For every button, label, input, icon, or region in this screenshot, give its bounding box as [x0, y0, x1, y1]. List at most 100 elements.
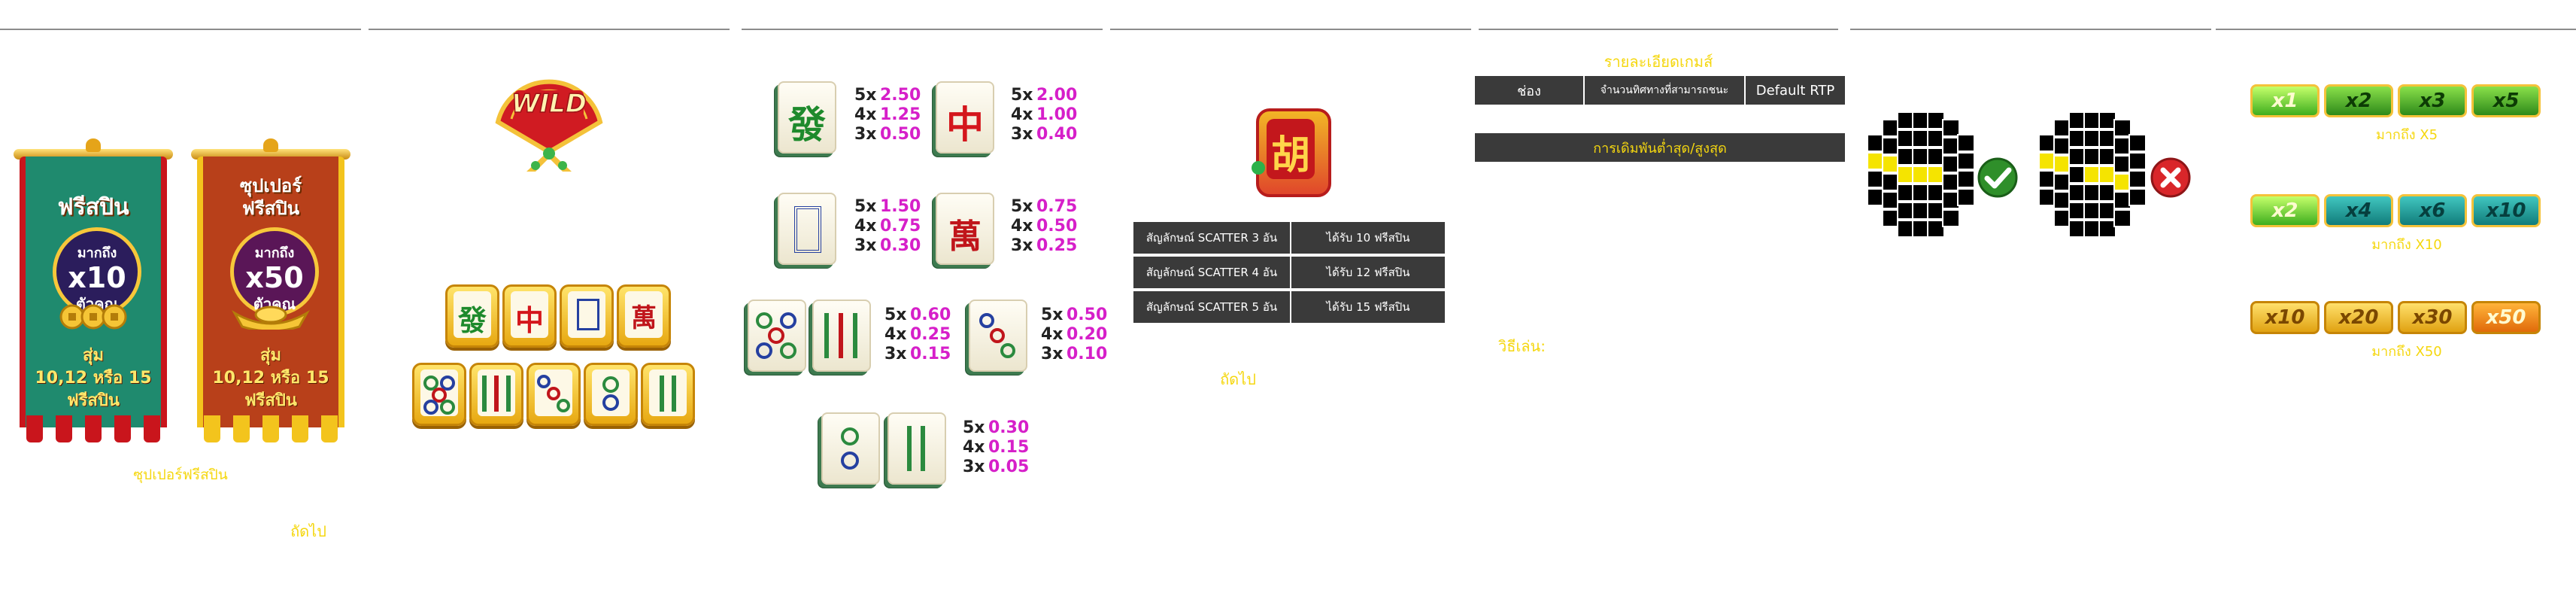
- reel-cell: [1927, 111, 1945, 129]
- reel-cell: [1912, 202, 1930, 220]
- reel-cell: [2098, 184, 2116, 202]
- reel-cell: [1912, 166, 1930, 184]
- scatter-table-cell: ได้รับ 12 ฟรีสปิน: [1291, 256, 1446, 289]
- gold-coins-icon: [59, 304, 127, 330]
- banner-bottom-text: สุ่ม 10,12 หรือ 15 ฟรีสปิน: [35, 346, 152, 410]
- reel-cell: [2068, 220, 2086, 238]
- paytable-values: 5x 2.50 4x 1.25 3x 0.50: [854, 86, 921, 144]
- next-link[interactable]: ถัดไป: [1208, 367, 1268, 391]
- reel-cell: [2068, 111, 2086, 129]
- reel-cell: [1927, 129, 1945, 147]
- free-spin-banner: ฟรีสปิน มากถึง x10 ตัวคูณ สุ่ม 10,12 หรื…: [14, 138, 173, 442]
- banner-title: ซุปเปอร์ ฟรีสปิน: [239, 175, 302, 219]
- three-dots-tile: [969, 300, 1027, 372]
- reel-cell: [1897, 202, 1915, 220]
- reel-cell: [2098, 202, 2116, 220]
- super-free-spin-caption: ซุปเปอร์ฟรีสปิน: [133, 467, 228, 483]
- reel-cell: [1942, 155, 1960, 173]
- scatter-table-cell: ได้รับ 10 ฟรีสปิน: [1291, 221, 1446, 254]
- reel-cell: [2098, 147, 2116, 166]
- reel-cell: [2053, 191, 2071, 209]
- reel-cell: [1912, 147, 1930, 166]
- reel-cell: [1957, 134, 1975, 152]
- reel-cell: [1942, 119, 1960, 137]
- reel-cell: [2098, 166, 2116, 184]
- wild-tile: 發: [445, 284, 499, 348]
- multiplier-badge: x6: [2398, 194, 2467, 227]
- reel-cell: [1882, 173, 1900, 191]
- reel-cell: [2128, 170, 2147, 188]
- section-divider: [1850, 29, 2211, 30]
- reel-cell: [1882, 155, 1900, 173]
- multiplier-badge: x20: [2324, 301, 2393, 334]
- reel-cell: [1927, 147, 1945, 166]
- reel-cell: [2068, 184, 2086, 202]
- reel-cell: [2053, 209, 2071, 227]
- reel-cell: [1912, 129, 1930, 147]
- multiplier-caption: มากถึง X10: [2371, 237, 2442, 253]
- reel-cell: [1897, 147, 1915, 166]
- reel-cell: [1882, 119, 1900, 137]
- reel-cell: [2053, 137, 2071, 155]
- paytable-values: 5x 2.00 4x 1.00 3x 0.40: [1011, 86, 1078, 144]
- reel-cell: [1942, 209, 1960, 227]
- banner-title: ฟรีสปิน: [57, 194, 129, 220]
- wild-tile: [641, 363, 695, 426]
- reel-cell: [2083, 129, 2101, 147]
- reel-cell: [2053, 155, 2071, 173]
- paytable-values: 5x 1.50 4x 0.75 3x 0.30: [854, 197, 921, 255]
- valid-ways-grid: [1867, 111, 1975, 238]
- reel-cell: [2038, 152, 2056, 170]
- reel-cell: [2098, 220, 2116, 238]
- reel-cell: [2098, 111, 2116, 129]
- scatter-hu-icon: 胡: [1252, 98, 1331, 200]
- next-link[interactable]: ถัดไป: [278, 519, 338, 543]
- reel-cell: [2098, 129, 2116, 147]
- wild-tile: [584, 363, 638, 426]
- reel-cell: [1882, 209, 1900, 227]
- reel-cell: [1942, 137, 1960, 155]
- reel-cell: [1867, 152, 1885, 170]
- multiplier-badge: x1: [2250, 84, 2320, 117]
- multiplier-caption: มากถึง X5: [2375, 127, 2438, 143]
- cross-icon: [2150, 157, 2191, 198]
- multiplier-badge: x30: [2398, 301, 2467, 334]
- reel-cell: [2083, 184, 2101, 202]
- scatter-table-cell: สัญลักษณ์ SCATTER 4 อัน: [1133, 256, 1291, 289]
- multiplier-badge: x3: [2398, 84, 2467, 117]
- white-frame-tile: [778, 193, 836, 265]
- details-bet-row: การเดิมพันต่ำสุด/สูงสุด: [1474, 132, 1846, 163]
- scatter-table-cell: สัญลักษณ์ SCATTER 3 อัน: [1133, 221, 1291, 254]
- reel-cell: [2038, 170, 2056, 188]
- paytable-values: 5x 0.50 4x 0.20 3x 0.10: [1041, 306, 1108, 363]
- banner-bottom-text: สุ่ม 10,12 หรือ 15 ฟรีสปิน: [212, 346, 329, 410]
- wan-tile: 萬: [936, 193, 994, 265]
- reel-cell: [2113, 137, 2131, 155]
- details-header-lines: ช่อง: [1474, 75, 1584, 105]
- reel-cell: [2038, 134, 2056, 152]
- scatter-table-cell: ได้รับ 15 ฟรีสปิน: [1291, 290, 1446, 324]
- reel-cell: [1912, 220, 1930, 238]
- multiplier-badge: x50: [2471, 301, 2541, 334]
- reel-cell: [2083, 202, 2101, 220]
- green-fa-tile: 發: [778, 81, 836, 154]
- details-header-rtp: Default RTP: [1745, 75, 1846, 105]
- multiplier-badge: x2: [2250, 194, 2320, 227]
- reel-cell: [2068, 147, 2086, 166]
- reel-cell: [2083, 111, 2101, 129]
- multiplier-badge: x5: [2471, 84, 2541, 117]
- reel-cell: [1912, 111, 1930, 129]
- paytable-values: 5x 0.75 4x 0.50 3x 0.25: [1011, 197, 1078, 255]
- reel-cell: [1927, 220, 1945, 238]
- multiplier-badge: x4: [2324, 194, 2393, 227]
- two-dots-tile: [821, 412, 880, 485]
- reel-cell: [2053, 173, 2071, 191]
- reel-cell: [1942, 191, 1960, 209]
- reel-cell: [2083, 147, 2101, 166]
- wild-fan-icon: WILD: [495, 79, 603, 172]
- paytable-values: 5x 0.60 4x 0.25 3x 0.15: [884, 306, 951, 363]
- reel-cell: [2068, 129, 2086, 147]
- reel-cell: [1867, 188, 1885, 206]
- reel-cell: [2083, 166, 2101, 184]
- section-divider: [1479, 29, 1838, 30]
